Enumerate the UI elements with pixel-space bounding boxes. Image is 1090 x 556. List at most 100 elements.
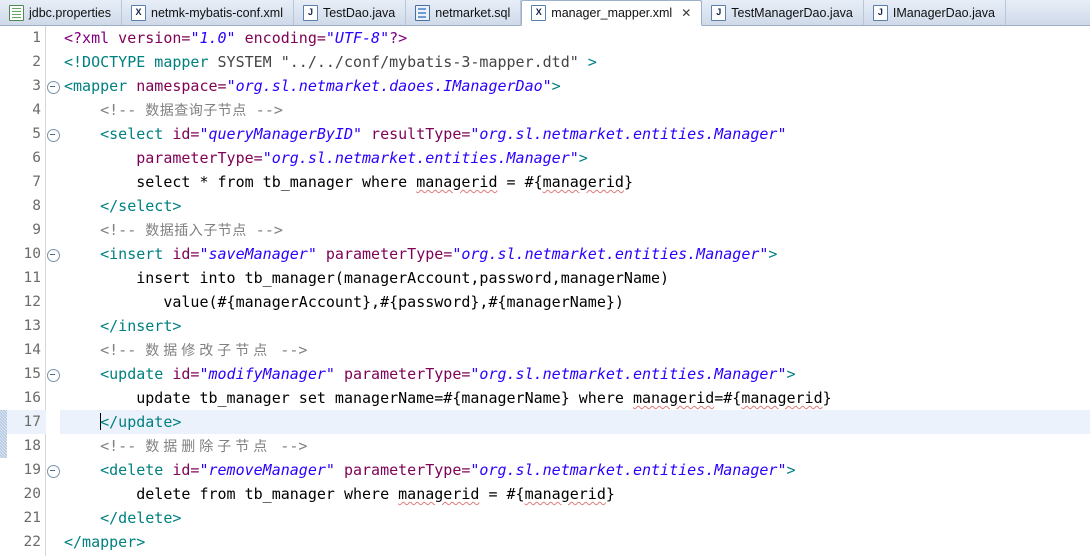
- doctype-dtd-path: "../../conf/mybatis-3-mapper.dtd": [280, 53, 579, 71]
- code-text-area[interactable]: <?xml version="1.0" encoding="UTF-8"?> <…: [60, 26, 1090, 556]
- attr-namespace: namespace=: [127, 77, 227, 95]
- attr-id: id=: [163, 365, 200, 383]
- doctype-system: SYSTEM: [208, 53, 281, 71]
- line-number: 16: [23, 390, 41, 406]
- line-number: 5: [32, 126, 41, 142]
- code-line-5: <select id="queryManagerByID" resultType…: [60, 122, 1090, 146]
- code-editor[interactable]: 1 2 3 4 5 6 7 8 9 10 11 12 13 14 15 16 1…: [0, 26, 1090, 556]
- comment-close: -->: [246, 101, 283, 119]
- java-file-icon: J: [872, 4, 888, 21]
- line-number: 15: [23, 366, 41, 382]
- value-result-type: "org.sl.netmarket.entities.Manager": [470, 125, 787, 143]
- tab-label: netmk-mybatis-conf.xml: [151, 5, 283, 20]
- value-id: "saveManager": [199, 245, 317, 263]
- sql-text: = #{: [497, 173, 543, 191]
- sql-values: value(#{managerAccount},#{password},#{ma…: [163, 293, 624, 311]
- tag-update-close: </update>: [100, 413, 182, 431]
- xml-file-icon: X: [131, 4, 146, 21]
- tab-label: jdbc.properties: [29, 5, 111, 20]
- attr-encoding: encoding=: [235, 29, 326, 47]
- comment-text-zh: 数据修改子节点: [145, 343, 272, 359]
- code-line-11: insert into tb_manager(managerAccount,pa…: [60, 266, 1090, 290]
- fold-toggle-line-10[interactable]: [47, 249, 60, 262]
- tag-select-close: </select>: [100, 197, 182, 215]
- code-line-13: </insert>: [60, 314, 1090, 338]
- code-line-21: </delete>: [60, 506, 1090, 530]
- value-id: "removeManager": [199, 461, 335, 479]
- tab-label: IManagerDao.java: [892, 5, 996, 20]
- xml-declaration-close: ?>: [389, 29, 408, 47]
- attr-id: id=: [163, 461, 200, 479]
- tab-label: TestDao.java: [322, 5, 396, 20]
- line-number: 9: [32, 222, 41, 238]
- code-line-19: <delete id="removeManager" parameterType…: [60, 458, 1090, 482]
- xml-file-icon: X: [531, 5, 547, 21]
- code-folding-gutter[interactable]: [46, 26, 60, 556]
- tab-manager-mapper-xml[interactable]: X manager_mapper.xml ✕: [521, 0, 703, 26]
- sql-text: select * from tb_manager where: [136, 173, 417, 191]
- line-number: 17: [23, 414, 41, 430]
- line-number: 20: [23, 486, 41, 502]
- comment-close: -->: [271, 341, 308, 359]
- tab-jdbc-properties[interactable]: jdbc.properties: [0, 0, 122, 25]
- sql-file-icon: [415, 4, 431, 21]
- comment-text-zh: 数据删除子节点: [145, 439, 272, 455]
- tag-close-bracket: >: [578, 149, 588, 167]
- tab-netmarket-sql[interactable]: netmarket.sql: [406, 0, 522, 25]
- tag-close-bracket: >: [786, 461, 796, 479]
- tab-testmanagerdao-java[interactable]: J TestManagerDao.java: [702, 0, 864, 25]
- sql-text: }: [822, 389, 832, 407]
- attr-result-type: resultType=: [362, 125, 471, 143]
- sql-param-managerid: managerid: [741, 389, 823, 407]
- value-parameter-type: "org.sl.netmarket.entities.Manager": [470, 365, 787, 383]
- line-number: 4: [32, 102, 41, 118]
- editor-tab-bar: jdbc.properties X netmk-mybatis-conf.xml…: [0, 0, 1090, 26]
- sql-param-managerid: managerid: [542, 173, 624, 191]
- tab-label: manager_mapper.xml: [551, 6, 673, 20]
- fold-toggle-line-3[interactable]: [47, 81, 60, 94]
- properties-file-icon: [9, 4, 24, 21]
- sql-insert-into: insert into tb_manager(managerAccount,pa…: [136, 269, 670, 287]
- code-line-1: <?xml version="1.0" encoding="UTF-8"?>: [60, 26, 1090, 50]
- tab-testdao-java[interactable]: J TestDao.java: [294, 0, 407, 25]
- code-line-9: <!-- 数据插入子节点 -->: [60, 218, 1090, 242]
- tag-close-bracket: >: [551, 77, 561, 95]
- tab-label: TestManagerDao.java: [731, 5, 853, 20]
- comment-text-zh: 数据查询子节点: [145, 103, 247, 119]
- line-number: 14: [23, 342, 41, 358]
- code-line-17: </update>: [60, 410, 1090, 434]
- sql-text: delete from tb_manager where: [136, 485, 399, 503]
- line-number: 2: [32, 54, 41, 70]
- close-icon[interactable]: ✕: [681, 7, 691, 19]
- value-parameter-type: "org.sl.netmarket.entities.Manager": [470, 461, 787, 479]
- tag-close-bracket: >: [768, 245, 778, 263]
- change-marker-line-18: [0, 434, 7, 458]
- code-line-22: </mapper>: [60, 530, 1090, 554]
- attr-parameter-type: parameterType=: [334, 365, 471, 383]
- line-number: 1: [32, 30, 41, 46]
- comment-open: <!--: [100, 101, 146, 119]
- code-line-4: <!-- 数据查询子节点 -->: [60, 98, 1090, 122]
- attr-parameter-type: parameterType=: [334, 461, 471, 479]
- line-number: 19: [23, 462, 41, 478]
- editor-window: jdbc.properties X netmk-mybatis-conf.xml…: [0, 0, 1090, 556]
- doctype-close: >: [578, 53, 597, 71]
- tag-update-open: <update: [100, 365, 164, 383]
- value-encoding: "UTF-8": [325, 29, 390, 47]
- code-line-3: <mapper namespace="org.sl.netmarket.daoe…: [60, 74, 1090, 98]
- code-line-16: update tb_manager set managerName=#{mana…: [60, 386, 1090, 410]
- fold-toggle-line-19[interactable]: [47, 465, 60, 478]
- sql-param-managerid: managerid: [524, 485, 606, 503]
- code-line-14: <!-- 数据修改子节点 -->: [60, 338, 1090, 362]
- java-file-icon: J: [711, 4, 727, 21]
- sql-text: = #{: [479, 485, 525, 503]
- fold-toggle-line-15[interactable]: [47, 369, 60, 382]
- line-number-gutter: 1 2 3 4 5 6 7 8 9 10 11 12 13 14 15 16 1…: [7, 26, 59, 556]
- fold-toggle-line-5[interactable]: [47, 129, 60, 142]
- sql-column-managerid: managerid: [632, 389, 715, 407]
- change-marker-line-17: [0, 410, 7, 434]
- line-number: 7: [32, 174, 41, 190]
- tab-netmk-mybatis-conf-xml[interactable]: X netmk-mybatis-conf.xml: [122, 0, 294, 25]
- tab-imanagerdao-java[interactable]: J IManagerDao.java: [864, 0, 1007, 25]
- sql-column-managerid: managerid: [398, 485, 480, 503]
